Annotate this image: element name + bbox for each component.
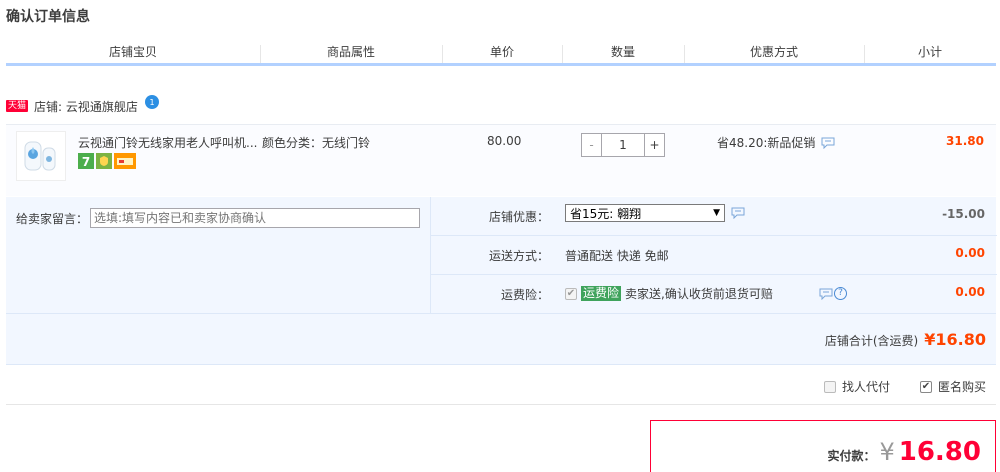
product-attribute: 颜色分类：无线门铃: [262, 136, 371, 150]
proxy-pay-label: 找人代付: [841, 380, 890, 394]
shop-total-label: 店铺合计(含运费): [824, 334, 919, 348]
column-header-attribute: 商品属性: [260, 40, 442, 63]
shop-discount-select[interactable]: 省15元: 翱翔 ▼: [565, 204, 725, 222]
insurance-label: 运费险：: [500, 288, 549, 302]
payment-label: 实付款：: [827, 449, 876, 463]
page-title: 确认订单信息: [6, 9, 90, 25]
column-header-subtotal: 小计: [864, 40, 996, 63]
quantity-decrease-button[interactable]: -: [582, 134, 602, 156]
buyer-message-label: 给卖家留言：: [16, 211, 89, 226]
item-promotion: 省48.20:新品促销: [717, 134, 835, 151]
shipping-label: 运送方式：: [488, 249, 549, 263]
column-header-shop-item: 店铺宝贝: [108, 45, 157, 59]
payment-summary: 实付款： ¥ 16.80: [650, 420, 996, 472]
shop-discount-amount: -15.00: [942, 207, 985, 221]
help-icon[interactable]: ?: [834, 287, 847, 300]
proxy-pay-checkbox[interactable]: [823, 380, 836, 393]
unit-price: 80.00: [487, 134, 522, 148]
comment-icon[interactable]: [821, 137, 835, 149]
anonymous-purchase-label: 匿名购买: [937, 380, 986, 394]
quantity-stepper: - +: [581, 133, 665, 157]
shop-total-amount: ¥16.80: [924, 330, 986, 349]
wangwang-chat-icon[interactable]: 1: [144, 94, 160, 110]
comment-icon[interactable]: [819, 288, 833, 300]
order-item-row: 云视通门铃无线家用老人呼叫机... 7 颜色分类：无线门铃 80.00 - + …: [6, 124, 996, 196]
shipping-value: 普通配送 快递 免邮: [565, 249, 669, 263]
shop-discount-selected: 省15元: 翱翔: [570, 206, 642, 221]
column-header-quantity: 数量: [562, 40, 684, 63]
buyer-message: 给卖家留言：: [16, 208, 421, 228]
payment-total: 实付款： ¥ 16.80: [827, 437, 981, 467]
service-icons: 7: [78, 153, 136, 169]
guarantee-icon[interactable]: [96, 153, 112, 169]
insurance-badge: 运费险: [581, 286, 622, 301]
anonymous-purchase-option[interactable]: ✔ 匿名购买: [919, 378, 986, 395]
order-extras: 找人代付 ✔ 匿名购买: [823, 378, 986, 395]
quantity-input[interactable]: [602, 134, 644, 156]
shop-discount-value: 省15元: 翱翔 ▼: [565, 204, 745, 222]
shop-row: 天猫 店铺: 云视通旗舰店 1: [6, 94, 160, 116]
anonymous-purchase-checkbox[interactable]: ✔: [919, 380, 932, 393]
insurance-row: 运费险： ✔ 运费险 卖家送,确认收货前退货可赔 ? 0.00: [431, 275, 997, 314]
column-header-discount: 优惠方式: [684, 40, 864, 63]
divider: [6, 404, 996, 405]
tmall-badge: 天猫: [6, 100, 29, 112]
shop-discount-label: 店铺优惠：: [488, 210, 549, 224]
insurance-icons: ?: [819, 287, 847, 300]
shipping-amount: 0.00: [955, 246, 985, 260]
svg-text:7: 7: [82, 155, 90, 169]
shop-total: 店铺合计(含运费) ¥16.80: [825, 330, 986, 349]
svg-text:1: 1: [149, 98, 154, 107]
dropdown-arrow-icon: ▼: [713, 208, 720, 218]
order-table-header: 店铺宝贝 商品属性 单价 数量 优惠方式 小计: [6, 40, 996, 66]
shipping-row: 运送方式： 普通配送 快递 免邮 0.00: [431, 236, 997, 275]
product-thumbnail[interactable]: [16, 131, 66, 181]
column-header-price: 单价: [442, 40, 562, 63]
proxy-pay-option[interactable]: 找人代付: [823, 378, 890, 395]
product-title[interactable]: 云视通门铃无线家用老人呼叫机...: [78, 134, 260, 151]
shop-total-row: 店铺合计(含运费) ¥16.80: [6, 313, 996, 365]
order-options: 店铺优惠： 省15元: 翱翔 ▼ -15.00 运送方式： 普通配送 快递 免邮…: [430, 197, 997, 314]
insurance-value: ✔ 运费险 卖家送,确认收货前退货可赔: [565, 285, 773, 302]
order-options-panel: 给卖家留言： 店铺优惠： 省15元: 翱翔 ▼ -15.00 运送方式： 普通配…: [6, 197, 997, 314]
shop-name[interactable]: 店铺: 云视通旗舰店: [34, 98, 138, 115]
shop-discount-row: 店铺优惠： 省15元: 翱翔 ▼ -15.00: [431, 197, 997, 236]
insurance-checkbox[interactable]: ✔: [565, 287, 577, 300]
insurance-text: 卖家送,确认收货前退货可赔: [625, 287, 773, 301]
comment-icon[interactable]: [731, 207, 745, 220]
quantity-increase-button[interactable]: +: [644, 134, 664, 156]
buyer-message-input[interactable]: [90, 208, 421, 228]
payment-amount: 16.80: [898, 437, 981, 467]
credit-card-icon[interactable]: [114, 153, 136, 169]
7-day-return-icon[interactable]: 7: [78, 153, 94, 169]
item-subtotal: 31.80: [946, 134, 984, 148]
currency-symbol: ¥: [879, 438, 895, 466]
insurance-amount: 0.00: [955, 285, 985, 299]
promotion-text: 省48.20:新品促销: [717, 136, 816, 150]
